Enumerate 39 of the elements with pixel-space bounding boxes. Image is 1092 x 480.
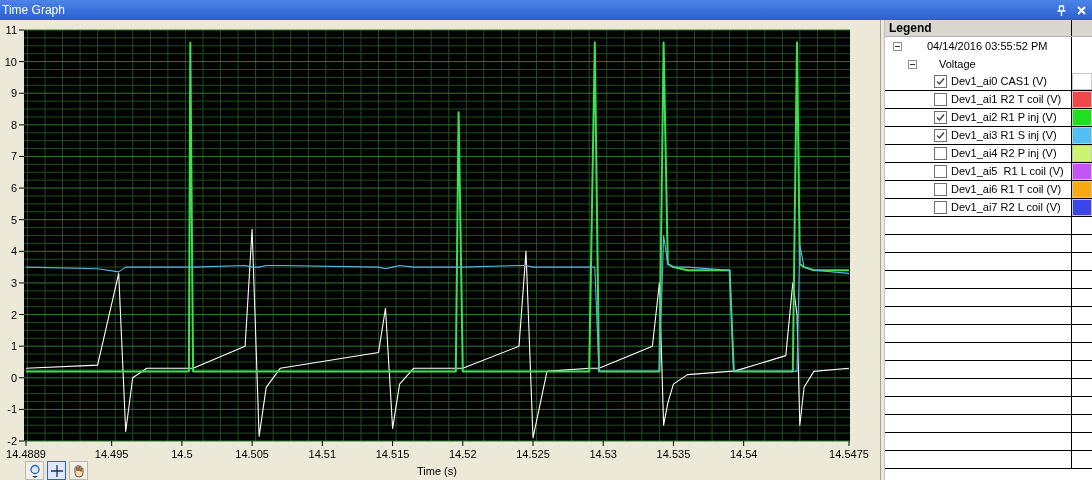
x-tick-label: 14.53: [589, 448, 617, 460]
y-tick-label: 8: [10, 118, 17, 131]
channel-label[interactable]: Dev1_ai5 R1 L coil (V): [951, 163, 1064, 180]
channel-label[interactable]: Dev1_ai1 R2 T coil (V): [951, 91, 1062, 108]
y-tick-label: 3: [10, 276, 17, 289]
y-tick-label: 1: [10, 340, 17, 353]
x-tick-label: 14.54: [729, 448, 758, 460]
channel-label[interactable]: Dev1_ai6 R1 T coil (V): [951, 181, 1062, 198]
y-tick-label: 0: [10, 371, 17, 384]
y-tick-label: -2: [7, 435, 17, 447]
x-tick-label: 14.5: [171, 448, 193, 460]
window-title: Time Graph: [2, 2, 66, 19]
y-tick-label: 4: [10, 245, 17, 258]
y-tick-label: 6: [10, 182, 17, 195]
x-axis-title: Time (s): [417, 465, 457, 477]
y-tick-label: -1: [7, 403, 17, 416]
channel-label[interactable]: Dev1_ai7 R2 L coil (V): [951, 199, 1061, 216]
x-tick-label: 14.525: [516, 448, 550, 460]
x-tick-label: 14.495: [94, 448, 129, 460]
x-tick-label: 14.4889: [6, 448, 46, 460]
x-tick-label: 14.515: [375, 448, 410, 460]
x-tick-label: 14.5475: [829, 448, 869, 460]
x-tick-label: 14.535: [656, 448, 691, 460]
x-tick-label: 14.52: [449, 448, 477, 460]
y-tick-label: 5: [10, 213, 17, 226]
y-tick-label: 7: [10, 150, 17, 163]
legend-header: Legend: [888, 20, 933, 36]
y-tick-label: 10: [4, 55, 17, 68]
tree-node-label[interactable]: 04/14/2016 03:55:52 PM: [927, 37, 1048, 55]
channel-label[interactable]: Dev1_ai4 R2 P inj (V): [951, 145, 1057, 162]
y-tick-label: 2: [10, 308, 17, 321]
channel-label[interactable]: Dev1_ai0 CAS1 (V): [951, 73, 1047, 90]
channel-label[interactable]: Dev1_ai3 R1 S inj (V): [951, 127, 1057, 144]
y-tick-label: 9: [10, 87, 17, 100]
y-tick-label: 11: [5, 24, 17, 36]
x-tick-label: 14.505: [235, 448, 269, 460]
tree-node-label[interactable]: Voltage: [939, 55, 976, 73]
x-tick-label: 14.51: [308, 448, 337, 460]
channel-label[interactable]: Dev1_ai2 R1 P inj (V): [951, 109, 1057, 126]
